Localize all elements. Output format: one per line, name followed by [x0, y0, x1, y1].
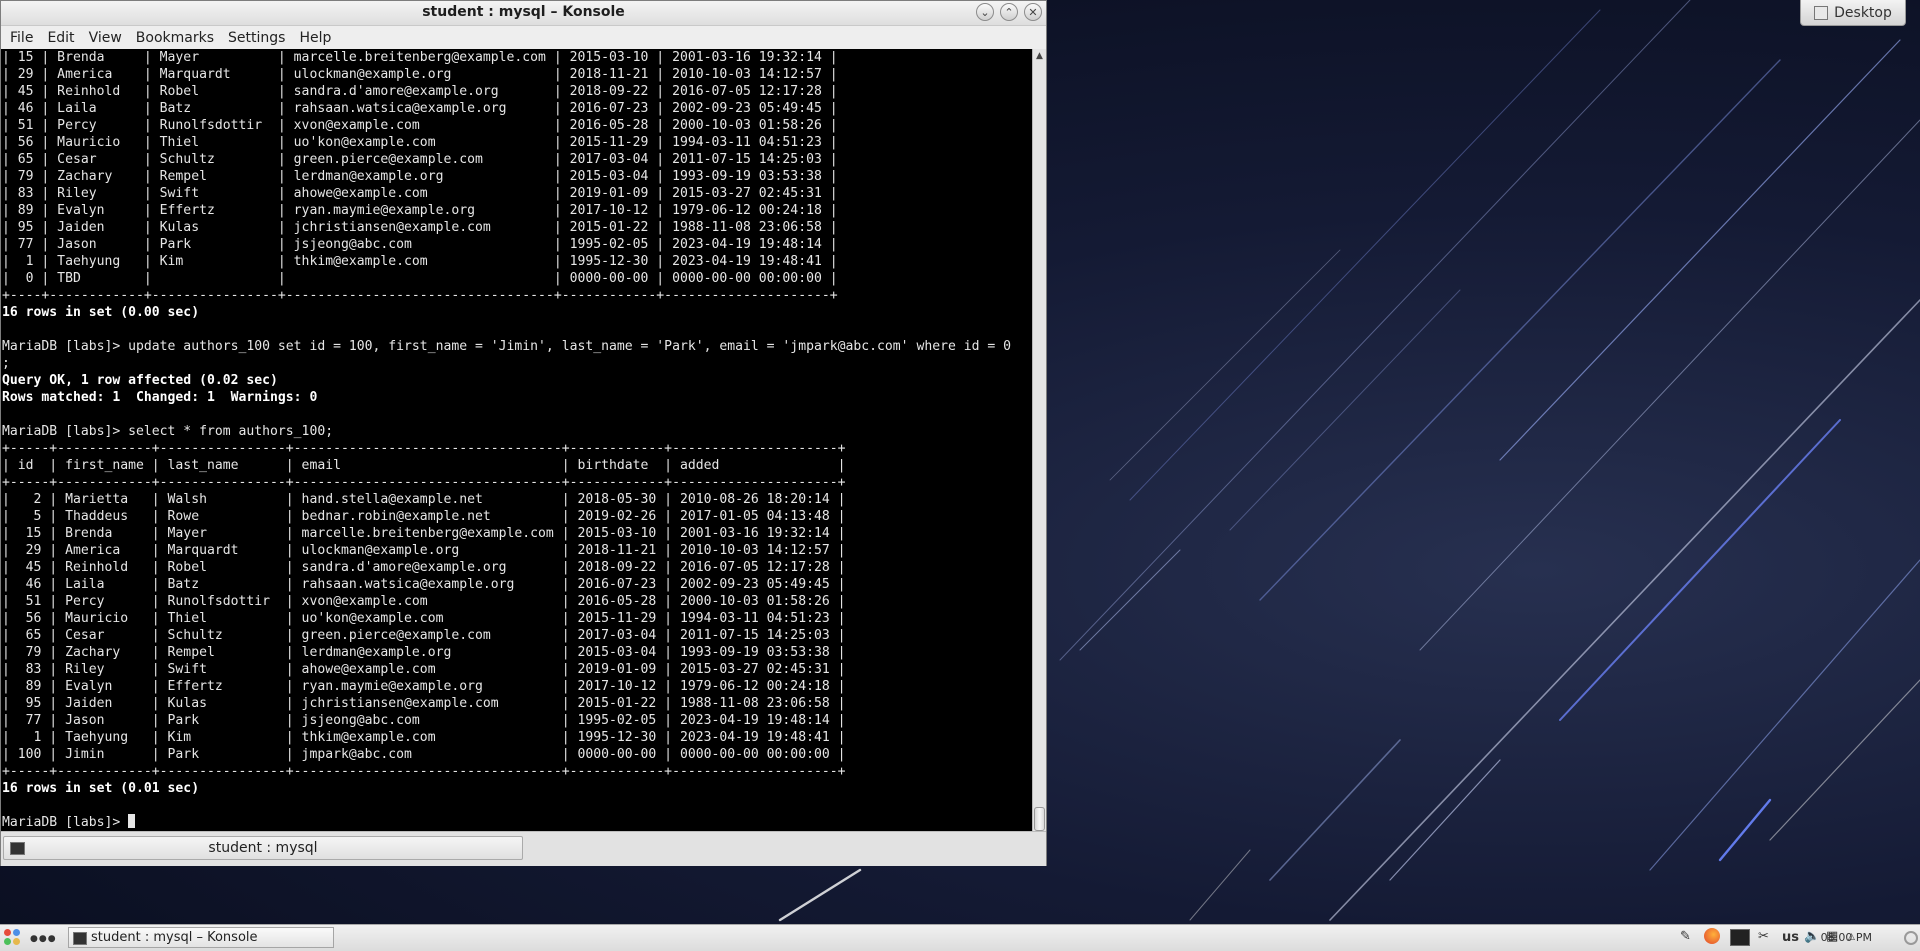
power-icon[interactable] — [1904, 931, 1918, 945]
terminal-line: | 51 | Percy | Runolfsdottir | xvon@exam… — [2, 118, 838, 133]
terminal-line: | 45 | Reinhold | Robel | sandra.d'amore… — [2, 560, 846, 575]
desktop-icon — [1814, 5, 1829, 20]
terminal-output[interactable]: | 15 | Brenda | Mayer | marcelle.breiten… — [1, 49, 1032, 831]
show-desktop-button[interactable]: Desktop — [1800, 0, 1906, 26]
clock[interactable]: 08:00 PM — [1821, 931, 1872, 944]
menu-help[interactable]: Help — [292, 30, 338, 46]
window-title: student : mysql – Konsole — [422, 4, 625, 20]
terminal-line: 16 rows in set (0.00 sec) — [2, 305, 200, 320]
taskbar: ●●● student : mysql – Konsole ✎ ✂ us 🔈 ▦… — [0, 924, 1920, 951]
quick-launch-dots-icon[interactable]: ●●● — [30, 934, 57, 944]
terminal-line: | 95 | Jaiden | Kulas | jchristiansen@ex… — [2, 220, 838, 235]
scrollbar-thumb[interactable] — [1034, 807, 1045, 831]
chevron-up-icon: ⌃ — [1004, 5, 1014, 19]
close-icon: ✕ — [1028, 5, 1038, 19]
terminal-line: +-----+------------+----------------+---… — [2, 764, 846, 779]
terminal-prompt[interactable]: MariaDB [labs]> — [2, 814, 1032, 831]
terminal-line: | 5 | Thaddeus | Rowe | bednar.robin@exa… — [2, 509, 846, 524]
scroll-up-arrow-icon[interactable]: ▲ — [1033, 49, 1046, 63]
start-menu-button[interactable] — [4, 929, 22, 947]
terminal-line: | 46 | Laila | Batz | rahsaan.watsica@ex… — [2, 577, 846, 592]
close-button[interactable]: ✕ — [1024, 3, 1042, 21]
konsole-window: student : mysql – Konsole ⌄ ⌃ ✕ File Edi… — [0, 0, 1047, 866]
terminal-line: | 79 | Zachary | Rempel | lerdman@exampl… — [2, 169, 838, 184]
text-cursor — [128, 814, 136, 828]
menu-settings[interactable]: Settings — [221, 30, 292, 46]
menubar: File Edit View Bookmarks Settings Help — [1, 26, 1046, 50]
terminal-line: | 65 | Cesar | Schultz | green.pierce@ex… — [2, 628, 846, 643]
desktop-button-label: Desktop — [1834, 4, 1892, 21]
terminal-line: | 100 | Jimin | Park | jmpark@abc.com | … — [2, 747, 846, 762]
firefox-icon[interactable] — [1704, 928, 1720, 944]
scissors-icon[interactable]: ✂ — [1758, 929, 1769, 944]
terminal-line: | 83 | Riley | Swift | ahowe@example.com… — [2, 186, 838, 201]
terminal-line: | 45 | Reinhold | Robel | sandra.d'amore… — [2, 84, 838, 99]
terminal-line: | 56 | Mauricio | Thiel | uo'kon@example… — [2, 611, 846, 626]
terminal-line: +-----+------------+----------------+---… — [2, 441, 846, 456]
terminal-line: +-----+------------+----------------+---… — [2, 475, 846, 490]
menu-bookmarks[interactable]: Bookmarks — [129, 30, 221, 46]
chevron-down-icon: ⌄ — [980, 5, 990, 19]
start-icon — [4, 929, 11, 936]
terminal-line: | 1 | Taehyung | Kim | thkim@example.com… — [2, 254, 838, 269]
keyboard-layout[interactable]: us — [1782, 930, 1799, 945]
terminal-line: | 1 | Taehyung | Kim | thkim@example.com… — [2, 730, 846, 745]
terminal-icon — [73, 932, 87, 945]
terminal-line: | 0 | TBD | | | 0000-00-00 | 0000-00-00 … — [2, 271, 838, 286]
terminal-line: | 29 | America | Marquardt | ulockman@ex… — [2, 67, 838, 82]
terminal-line: | id | first_name | last_name | email | … — [2, 458, 846, 473]
scrollbar-track[interactable] — [1034, 65, 1045, 813]
start-icon-dot — [13, 938, 20, 945]
terminal-line: | 77 | Jason | Park | jsjeong@abc.com | … — [2, 237, 838, 252]
window-titlebar[interactable]: student : mysql – Konsole ⌄ ⌃ ✕ — [1, 1, 1046, 26]
terminal-line: | 65 | Cesar | Schultz | green.pierce@ex… — [2, 152, 838, 167]
terminal-scrollbar[interactable]: ▲ ▼ — [1032, 49, 1046, 855]
start-icon-dot — [4, 938, 11, 945]
menu-file[interactable]: File — [3, 30, 40, 46]
terminal-line: | 51 | Percy | Runolfsdottir | xvon@exam… — [2, 594, 846, 609]
terminal-line: | 83 | Riley | Swift | ahowe@example.com… — [2, 662, 846, 677]
terminal-line: 16 rows in set (0.01 sec) — [2, 781, 200, 796]
terminal-line: Query OK, 1 row affected (0.02 sec) — [2, 373, 278, 388]
terminal-line: | 89 | Evalyn | Effertz | ryan.maymie@ex… — [2, 679, 846, 694]
terminal-line: | 29 | America | Marquardt | ulockman@ex… — [2, 543, 846, 558]
terminal-text: | 15 | Brenda | Mayer | marcelle.breiten… — [1, 49, 1032, 831]
terminal-line: +----+------------+----------------+----… — [2, 288, 838, 303]
terminal-line: MariaDB [labs]> update authors_100 set i… — [2, 339, 1012, 354]
terminal-line: | 77 | Jason | Park | jsjeong@abc.com | … — [2, 713, 846, 728]
terminal-line: | 46 | Laila | Batz | rahsaan.watsica@ex… — [2, 101, 838, 116]
minimize-button[interactable]: ⌄ — [976, 3, 994, 21]
volume-icon[interactable]: 🔈 — [1804, 929, 1820, 944]
session-tab[interactable]: student : mysql — [3, 836, 523, 860]
terminal-line: | 95 | Jaiden | Kulas | jchristiansen@ex… — [2, 696, 846, 711]
tab-label: student : mysql — [208, 840, 318, 856]
terminal-line: | 15 | Brenda | Mayer | marcelle.breiten… — [2, 526, 846, 541]
taskbar-task-konsole[interactable]: student : mysql – Konsole — [68, 927, 334, 948]
terminal-line: | 89 | Evalyn | Effertz | ryan.maymie@ex… — [2, 203, 838, 218]
prompt-text: MariaDB [labs]> — [2, 815, 129, 830]
terminal-icon[interactable] — [1730, 929, 1750, 946]
terminal-line: | 15 | Brenda | Mayer | marcelle.breiten… — [2, 50, 838, 65]
terminal-line: | 2 | Marietta | Walsh | hand.stella@exa… — [2, 492, 846, 507]
start-icon-dot — [13, 929, 20, 936]
task-label: student : mysql – Konsole — [91, 930, 258, 945]
terminal-line: Rows matched: 1 Changed: 1 Warnings: 0 — [2, 390, 318, 405]
system-tray: ✎ ✂ us 🔈 ▦ △ 08:00 PM — [1640, 925, 1920, 951]
menu-edit[interactable]: Edit — [40, 30, 81, 46]
terminal-line: | 56 | Mauricio | Thiel | uo'kon@example… — [2, 135, 838, 150]
session-tabbar: student : mysql — [1, 831, 1046, 866]
terminal-line: | 79 | Zachary | Rempel | lerdman@exampl… — [2, 645, 846, 660]
maximize-button[interactable]: ⌃ — [1000, 3, 1018, 21]
terminal-line: ; — [2, 356, 10, 371]
terminal-line: MariaDB [labs]> select * from authors_10… — [2, 424, 334, 439]
menu-view[interactable]: View — [82, 30, 129, 46]
pen-icon[interactable]: ✎ — [1680, 929, 1691, 944]
